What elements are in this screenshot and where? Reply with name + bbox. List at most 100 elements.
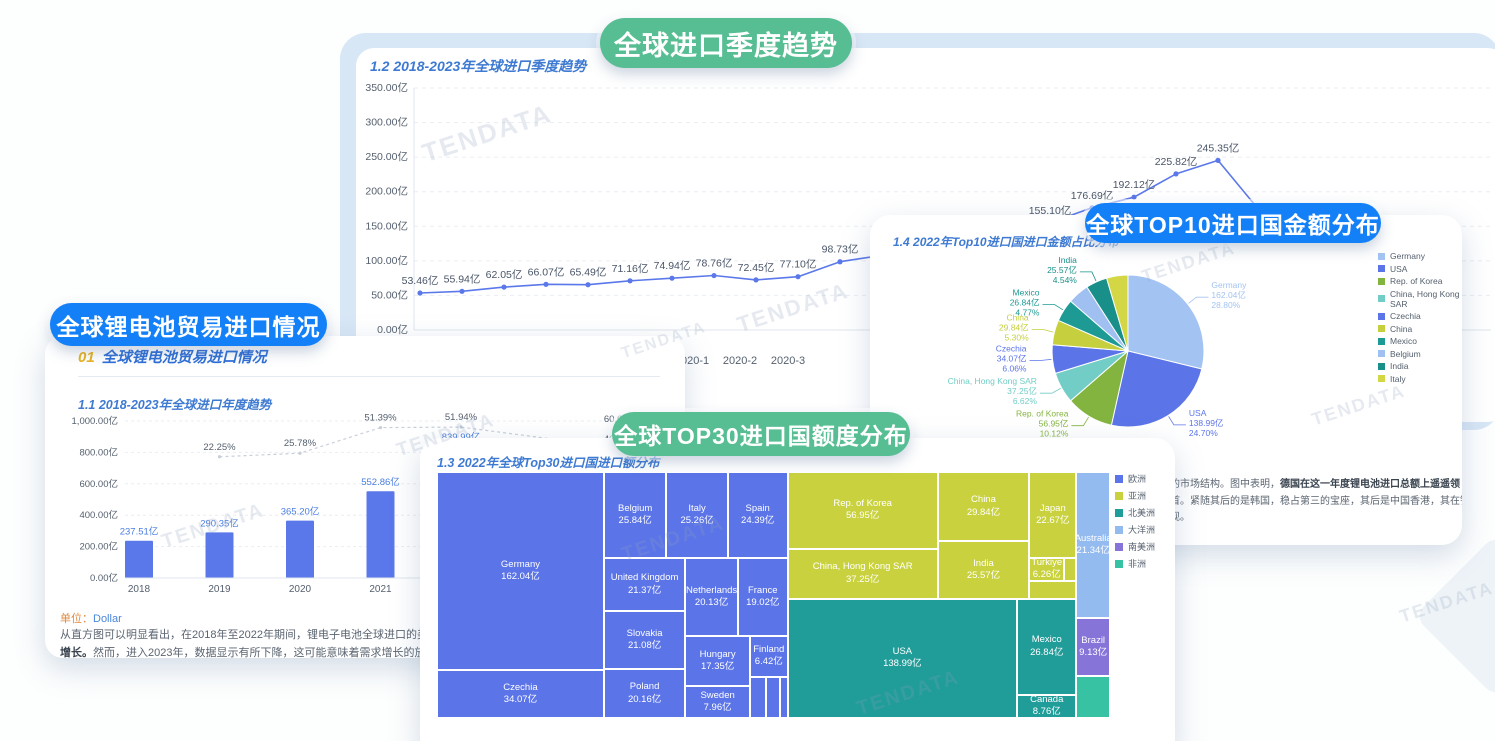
treemap-cell[interactable]: [766, 677, 779, 718]
treemap-cell-name: Mexico: [1032, 634, 1062, 646]
treemap-cell-name: Sweden: [700, 690, 734, 702]
legend-label: China, Hong Kong SAR: [1390, 289, 1462, 309]
treemap-cell[interactable]: [1064, 558, 1076, 581]
legend-swatch-icon: [1378, 363, 1385, 370]
growth-point: [459, 425, 462, 428]
legend-label: USA: [1390, 264, 1407, 274]
legend-label: Mexico: [1390, 336, 1417, 346]
treemap-cell-united-kingdom[interactable]: United Kingdom21.37亿: [604, 558, 685, 611]
line-point[interactable]: [543, 282, 548, 287]
pie-label-percent: 28.80%: [1211, 300, 1240, 310]
treemap-cell-name: Czechia: [503, 682, 537, 694]
treemap-cell-name: Japan: [1040, 503, 1066, 515]
treemap-cell-name: Rep. of Korea: [833, 498, 892, 510]
line-point-label: 62.05亿: [486, 268, 523, 281]
growth-point: [379, 426, 382, 429]
legend-label: 南美洲: [1128, 540, 1155, 553]
treemap-cell-rep-of-korea[interactable]: Rep. of Korea56.95亿: [788, 472, 938, 549]
line-point[interactable]: [501, 284, 506, 289]
treemap-cell-france[interactable]: France19.02亿: [738, 558, 788, 636]
treemap-cell-value: 21.37亿: [628, 585, 661, 597]
bar-2021[interactable]: [367, 491, 395, 578]
bar-2019[interactable]: [206, 532, 234, 578]
treemap-cell-italy[interactable]: Italy25.26亿: [666, 472, 727, 558]
treemap-cell-name: USA: [893, 646, 913, 658]
line-point[interactable]: [1173, 171, 1178, 176]
treemap-cell[interactable]: [1076, 676, 1110, 718]
treemap-cell-australia[interactable]: Australia21.34亿: [1076, 472, 1110, 618]
treemap-cell-india[interactable]: India25.57亿: [938, 541, 1030, 599]
chevron-deco-icon: [1414, 534, 1495, 698]
badge-overview: 全球锂电池贸易进口情况: [50, 303, 327, 346]
treemap-cell-china-hong-kong-sar[interactable]: China, Hong Kong SAR37.25亿: [788, 549, 938, 599]
treemap-cell-mexico[interactable]: Mexico26.84亿: [1017, 599, 1076, 695]
unit-label: 单位：: [60, 613, 93, 625]
pie-label-name: USA: [1189, 408, 1207, 418]
treemap-cell-hungary[interactable]: Hungary17.35亿: [685, 636, 750, 686]
treemap-cell-germany[interactable]: Germany162.04亿: [437, 472, 604, 670]
treemap-cell-value: 20.13亿: [695, 597, 728, 609]
bar-y-axis-label: 200.00亿: [79, 541, 118, 553]
pie-label-value: 34.07亿: [997, 353, 1027, 363]
pie-label-name: Mexico: [1013, 287, 1040, 297]
bar-x-axis-label: 2020: [289, 584, 312, 595]
treemap-cell-name: Canada: [1030, 695, 1063, 707]
legend-label: 欧洲: [1128, 472, 1146, 485]
bar-value-label: 552.86亿: [361, 476, 400, 488]
pie-leader-line: [1043, 305, 1063, 310]
line-point-label: 77.10亿: [780, 258, 817, 271]
bar-2018[interactable]: [125, 541, 153, 578]
treemap-cell-canada[interactable]: Canada8.76亿: [1017, 695, 1076, 718]
line-point-label: 71.16亿: [612, 262, 649, 275]
treemap-cell-japan[interactable]: Japan22.67亿: [1029, 472, 1076, 558]
treemap-cell-usa[interactable]: USA138.99亿: [788, 599, 1017, 718]
treemap-cell-brazil[interactable]: Brazil9.13亿: [1076, 618, 1110, 676]
treemap-cell-name: Brazil: [1081, 635, 1105, 647]
line-point-label: 98.73亿: [822, 243, 859, 256]
legend-swatch-icon: [1378, 350, 1385, 357]
line-point[interactable]: [585, 282, 590, 287]
treemap-cell-sweden[interactable]: Sweden7.96亿: [685, 686, 750, 718]
legend-swatch-icon: [1115, 509, 1123, 517]
treemap-cell-netherlands[interactable]: Netherlands20.13亿: [685, 558, 737, 636]
bar-y-axis-label: 0.00亿: [90, 572, 118, 584]
treemap-cell-value: 25.57亿: [967, 570, 1000, 582]
line-point[interactable]: [1215, 158, 1220, 163]
line-point[interactable]: [753, 277, 758, 282]
treemap-cell-poland[interactable]: Poland20.16亿: [604, 669, 685, 718]
bar-value-label: 365.20亿: [281, 506, 320, 518]
treemap-cell-spain[interactable]: Spain24.39亿: [728, 472, 788, 558]
line-point-label: 176.69亿: [1071, 189, 1114, 202]
pie-legend-item: Czechia: [1378, 311, 1462, 321]
line-point[interactable]: [417, 290, 422, 295]
treemap-cell-slovakia[interactable]: Slovakia21.08亿: [604, 611, 685, 669]
treemap-cell-china[interactable]: China29.84亿: [938, 472, 1030, 541]
pie-label-value: 29.84亿: [999, 323, 1029, 333]
bar-y-axis-label: 400.00亿: [79, 509, 118, 521]
line-point[interactable]: [627, 278, 632, 283]
growth-point: [298, 452, 301, 455]
treemap-cell[interactable]: [750, 677, 766, 718]
treemap-legend-item: 南美洲: [1115, 540, 1155, 553]
treemap-cell-finland[interactable]: Finland6.42亿: [750, 636, 788, 677]
line-point[interactable]: [1131, 195, 1136, 200]
treemap-cell-turkiye[interactable]: Turkiye6.26亿: [1029, 558, 1064, 581]
pie-label-name: Germany: [1211, 280, 1247, 290]
line-y-axis-label: 50.00亿: [371, 288, 408, 301]
bar-2020[interactable]: [286, 521, 314, 578]
line-point[interactable]: [459, 289, 464, 294]
treemap-cell-czechia[interactable]: Czechia34.07亿: [437, 670, 604, 718]
treemap-cell-name: United Kingdom: [611, 572, 679, 584]
treemap-cell[interactable]: [1029, 581, 1076, 599]
pie-label-value: 25.57亿: [1047, 265, 1077, 275]
line-point[interactable]: [795, 274, 800, 279]
line-point[interactable]: [669, 276, 674, 281]
treemap-cell-name: China: [971, 494, 996, 506]
top30-treemap-card: 1.3 2022年全球Top30进口国进口额分布 Germany162.04亿C…: [420, 438, 1175, 741]
line-point[interactable]: [837, 259, 842, 264]
legend-swatch-icon: [1378, 325, 1385, 332]
line-point[interactable]: [711, 273, 716, 278]
line-point-label: 192.12亿: [1113, 178, 1156, 191]
treemap-cell-belgium[interactable]: Belgium25.84亿: [604, 472, 667, 558]
treemap-cell[interactable]: [780, 677, 788, 718]
